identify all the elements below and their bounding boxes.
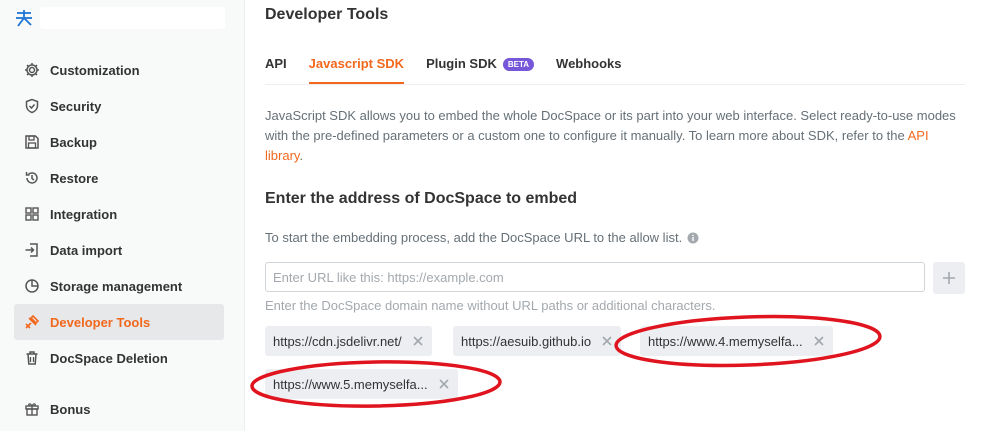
- restore-icon: [23, 169, 41, 187]
- sidebar-item-data-import[interactable]: Data import: [14, 232, 224, 268]
- sidebar-item-restore[interactable]: Restore: [14, 160, 224, 196]
- domain-note: Enter the DocSpace domain name without U…: [265, 298, 716, 313]
- sidebar-nav: Customization Security Backup Restore In…: [14, 52, 224, 376]
- sidebar-item-label: Restore: [50, 170, 99, 186]
- sidebar-item-label: Storage management: [50, 278, 183, 294]
- grid-icon: [23, 205, 41, 223]
- chip-label: https://aesuib.github.io: [461, 333, 592, 349]
- sidebar-item-label: DocSpace Deletion: [50, 350, 168, 366]
- tab-plugin-sdk[interactable]: Plugin SDK BETA: [426, 56, 535, 84]
- chip-label: https://cdn.jsdelivr.net/: [273, 333, 402, 349]
- sidebar-item-label: Backup: [50, 134, 97, 150]
- tab-api[interactable]: API: [265, 56, 287, 84]
- allowed-url-chip: https://cdn.jsdelivr.net/: [265, 326, 432, 356]
- sidebar-item-label: Data import: [50, 242, 123, 258]
- import-icon: [23, 241, 41, 259]
- description-end: .: [299, 148, 304, 163]
- allowed-url-chip: https://www.5.memyselfa...: [265, 369, 458, 399]
- section-title: Enter the address of DocSpace to embed: [265, 190, 578, 207]
- description-text: JavaScript SDK allows you to embed the w…: [265, 108, 956, 143]
- close-icon[interactable]: [813, 335, 825, 347]
- allowed-url-chip: https://www.4.memyselfa...: [640, 326, 833, 356]
- sidebar-item-label: Customization: [50, 62, 140, 78]
- sidebar-item-docspace-deletion[interactable]: DocSpace Deletion: [14, 340, 224, 376]
- close-icon[interactable]: [438, 378, 450, 390]
- tab-label: Plugin SDK: [426, 56, 497, 71]
- tab-javascript-sdk[interactable]: Javascript SDK: [308, 56, 405, 84]
- trash-icon: [23, 349, 41, 367]
- beta-badge: BETA: [502, 58, 535, 71]
- sidebar-item-integration[interactable]: Integration: [14, 196, 224, 232]
- hint-text: To start the embedding process, add the …: [265, 230, 683, 245]
- tab-divider: [265, 84, 965, 85]
- tab-label: API: [265, 56, 287, 71]
- sidebar-item-customization[interactable]: Customization: [14, 52, 224, 88]
- allow-list-hint: To start the embedding process, add the …: [265, 230, 699, 245]
- portal-name-box: [40, 7, 225, 29]
- tab-label: Webhooks: [556, 56, 622, 71]
- url-input[interactable]: [265, 262, 925, 292]
- tab-bar: API Javascript SDK Plugin SDK BETA Webhoo…: [265, 56, 644, 84]
- allowed-url-chip: https://aesuib.github.io: [453, 326, 622, 356]
- chip-label: https://www.5.memyselfa...: [273, 376, 428, 392]
- info-icon[interactable]: [687, 232, 699, 244]
- chip-label: https://www.4.memyselfa...: [648, 333, 803, 349]
- sidebar-item-storage-management[interactable]: Storage management: [14, 268, 224, 304]
- tab-webhooks[interactable]: Webhooks: [556, 56, 622, 84]
- sidebar-item-label: Bonus: [50, 401, 91, 417]
- shield-icon: [23, 97, 41, 115]
- sidebar-item-backup[interactable]: Backup: [14, 124, 224, 160]
- plus-icon: [943, 272, 955, 284]
- developer-tools-icon: [23, 313, 41, 331]
- gear-icon: [23, 61, 41, 79]
- page-title: Developer Tools: [265, 6, 389, 23]
- gift-icon: [23, 400, 41, 418]
- tab-label: Javascript SDK: [308, 56, 405, 71]
- close-icon[interactable]: [412, 335, 424, 347]
- logo-icon[interactable]: [14, 7, 36, 29]
- sidebar: Customization Security Backup Restore In…: [0, 0, 245, 431]
- close-icon[interactable]: [601, 335, 613, 347]
- sidebar-bonus-section: Bonus: [14, 391, 224, 427]
- logo-row: [14, 6, 225, 30]
- sdk-description: JavaScript SDK allows you to embed the w…: [265, 106, 965, 166]
- sidebar-item-security[interactable]: Security: [14, 88, 224, 124]
- add-url-button[interactable]: [933, 262, 965, 294]
- sidebar-item-label: Integration: [50, 206, 118, 222]
- sidebar-item-developer-tools[interactable]: Developer Tools: [14, 304, 224, 340]
- sidebar-item-label: Developer Tools: [50, 314, 151, 330]
- sidebar-item-label: Security: [50, 98, 102, 114]
- floppy-icon: [23, 133, 41, 151]
- sidebar-item-bonus[interactable]: Bonus: [14, 391, 224, 427]
- pie-icon: [23, 277, 41, 295]
